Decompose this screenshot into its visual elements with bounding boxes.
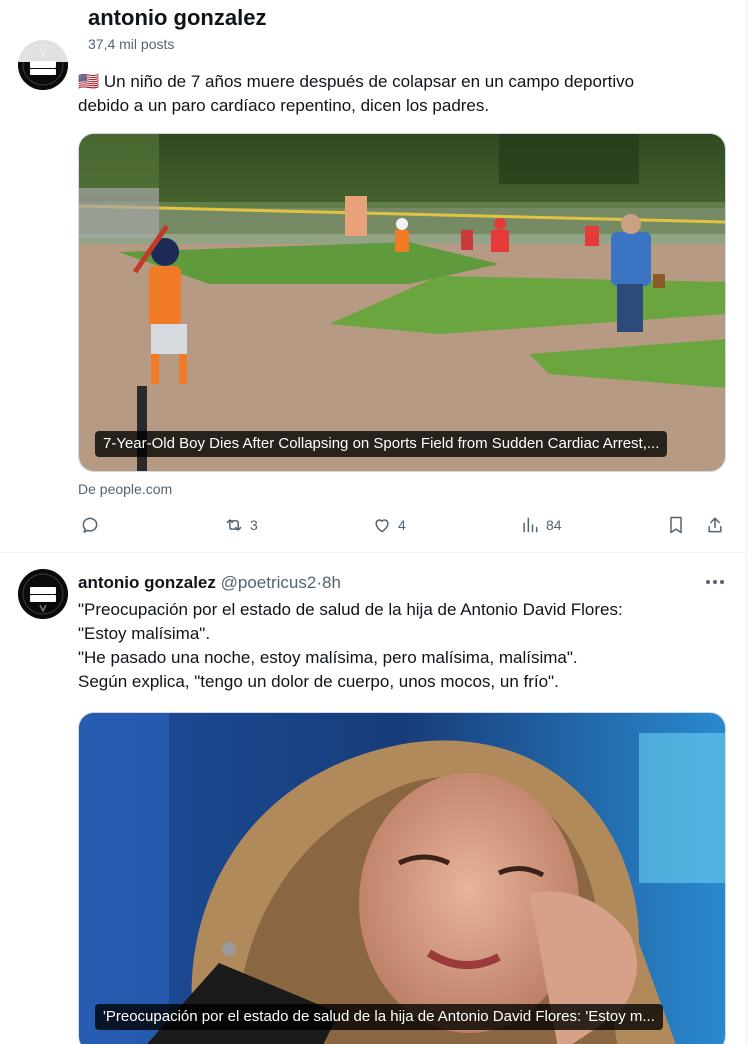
woman-crying-photo	[79, 713, 725, 1044]
more-button[interactable]	[702, 570, 728, 594]
views-count: 84	[546, 517, 562, 533]
us-flag-icon: 🇺🇸	[78, 72, 100, 91]
retweet-count: 3	[250, 517, 258, 533]
link-card-title: 'Preocupación por el estado de salud de …	[95, 1004, 663, 1030]
views-button[interactable]: 84	[520, 513, 562, 537]
link-card-title: 7-Year-Old Boy Dies After Collapsing on …	[95, 431, 668, 457]
like-count: 4	[398, 517, 406, 533]
more-icon	[706, 580, 724, 584]
bookmark-button[interactable]	[666, 513, 686, 537]
author-name[interactable]: antonio gonzalez	[78, 573, 216, 592]
tweet-text-line: Según explica, "tengo un dolor de cuerpo…	[78, 672, 559, 691]
retweet-button[interactable]: 3	[224, 513, 258, 537]
link-card-image[interactable]: 7-Year-Old Boy Dies After Collapsing on …	[78, 133, 726, 472]
share-button[interactable]	[705, 513, 725, 537]
profile-name: antonio gonzalez	[88, 5, 267, 30]
reply-icon	[82, 517, 98, 533]
like-button[interactable]: 4	[372, 513, 406, 537]
tweet-text-line: Un niño de 7 años muere después de colap…	[103, 72, 635, 91]
author-handle[interactable]: @poetricus2	[221, 573, 317, 592]
tweet-header: antonio gonzalez @poetricus2·8h	[78, 572, 341, 594]
tweet-text: 🇺🇸 Un niño de 7 años muere después de co…	[78, 70, 718, 118]
avatar[interactable]	[18, 569, 68, 619]
tweet-text-line: "He pasado una noche, estoy malísima, pe…	[78, 648, 578, 667]
bookmark-icon	[670, 516, 682, 534]
long-covid-logo	[18, 569, 68, 619]
tweet-text: "Preocupación por el estado de salud de …	[78, 598, 718, 694]
link-card-image[interactable]: 'Preocupación por el estado de salud de …	[78, 712, 726, 1044]
retweet-icon	[226, 519, 242, 531]
views-icon	[523, 517, 538, 533]
tweet-text-line: "Estoy malísima".	[78, 624, 211, 643]
share-icon	[708, 517, 722, 533]
tweet-time[interactable]: 8h	[322, 573, 341, 592]
baseball-field-photo	[79, 134, 725, 471]
tweet-divider	[0, 552, 746, 553]
post-count: 37,4 mil posts	[88, 36, 175, 52]
tweet-actions: 3 4 84	[78, 513, 728, 537]
tweet-text-line: debido a un paro cardíaco repentino, dic…	[78, 96, 490, 115]
link-source[interactable]: De people.com	[78, 481, 172, 497]
column-border	[746, 0, 747, 1044]
like-icon	[375, 519, 389, 533]
profile-header: antonio gonzalez 37,4 mil posts	[0, 0, 746, 62]
tweet-text-line: "Preocupación por el estado de salud de …	[78, 600, 623, 619]
reply-button[interactable]	[80, 513, 100, 537]
